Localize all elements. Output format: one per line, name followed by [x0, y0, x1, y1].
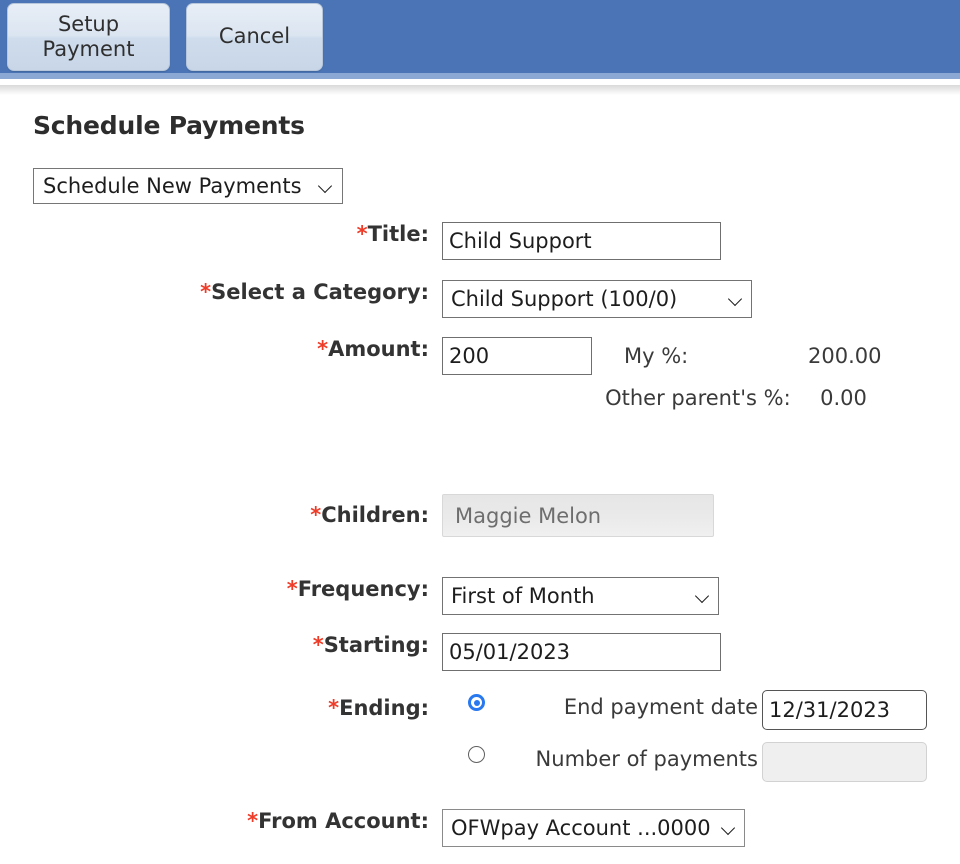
form-row-children: *Children: Maggie Melon	[0, 494, 960, 577]
ending-number-of-payments-input[interactable]	[762, 742, 927, 782]
category-select[interactable]: Child Support (100/0)	[442, 280, 752, 318]
title-label: *Title:	[0, 222, 437, 246]
cancel-button-label: Cancel	[218, 24, 291, 48]
setup-payment-button[interactable]: Setup Payment	[7, 2, 170, 71]
from-account-label: *From Account:	[0, 809, 437, 833]
required-asterisk: *	[317, 337, 329, 361]
chevron-down-icon	[722, 821, 737, 836]
form-row-frequency: *Frequency: First of Month	[0, 577, 960, 633]
top-action-bar: Setup Payment Cancel	[0, 0, 960, 79]
form-row-ending-date: *Ending: End payment date 12/31/2023	[0, 690, 960, 742]
category-label-text: Select a Category:	[211, 280, 429, 304]
title-label-text: Title:	[367, 222, 429, 246]
starting-date-value: 05/01/2023	[449, 640, 571, 664]
title-input[interactable]: Child Support	[442, 222, 721, 260]
required-asterisk: *	[310, 503, 322, 527]
from-account-select[interactable]: OFWpay Account ...0000	[442, 809, 745, 847]
frequency-label: *Frequency:	[0, 577, 437, 601]
required-asterisk: *	[312, 633, 324, 657]
required-asterisk: *	[247, 809, 259, 833]
chevron-down-icon	[319, 179, 334, 194]
starting-label: *Starting:	[0, 633, 437, 657]
ending-label-text: Ending:	[339, 696, 429, 720]
form-row-ending-count: Number of payments	[0, 742, 960, 809]
ending-end-date-value: 12/31/2023	[769, 698, 891, 722]
frequency-label-text: Frequency:	[297, 577, 429, 601]
ending-radio-end-date[interactable]	[468, 694, 485, 711]
required-asterisk: *	[286, 577, 298, 601]
from-account-select-value: OFWpay Account ...0000	[451, 816, 711, 840]
schedule-payment-form: *Title: Child Support *Select a Category…	[0, 222, 960, 864]
amount-input[interactable]: 200	[442, 337, 592, 375]
my-percent-value: 200.00	[808, 344, 882, 368]
page-title: Schedule Payments	[33, 111, 305, 140]
children-field[interactable]: Maggie Melon	[442, 494, 714, 537]
form-row-starting: *Starting: 05/01/2023	[0, 633, 960, 690]
form-row-amount: *Amount: 200 My %: 200.00	[0, 337, 960, 394]
frequency-select[interactable]: First of Month	[442, 577, 719, 615]
required-asterisk: *	[328, 696, 340, 720]
form-row-title: *Title: Child Support	[0, 222, 960, 280]
category-select-value: Child Support (100/0)	[451, 287, 678, 311]
cancel-button[interactable]: Cancel	[186, 2, 323, 71]
title-input-value: Child Support	[449, 229, 592, 253]
amount-label-text: Amount:	[328, 337, 429, 361]
setup-payment-button-line2: Payment	[42, 36, 135, 61]
form-row-other-percent: Other parent's %: 0.00	[0, 386, 960, 494]
required-asterisk: *	[356, 222, 368, 246]
schedule-mode-select-value: Schedule New Payments	[43, 174, 302, 198]
from-account-label-text: From Account:	[258, 809, 429, 833]
category-label: *Select a Category:	[0, 280, 437, 304]
other-percent-label: Other parent's %:	[605, 386, 791, 410]
children-label-text: Children:	[321, 503, 429, 527]
ending-end-date-input[interactable]: 12/31/2023	[762, 690, 927, 730]
amount-label: *Amount:	[0, 337, 437, 361]
other-percent-value: 0.00	[820, 386, 867, 410]
chevron-down-icon	[729, 292, 744, 307]
schedule-mode-select[interactable]: Schedule New Payments	[33, 168, 343, 204]
ending-label: *Ending:	[0, 690, 437, 720]
top-bar-shadow	[0, 85, 960, 95]
ending-end-date-label: End payment date	[563, 695, 758, 719]
children-label: *Children:	[0, 494, 437, 527]
starting-date-input[interactable]: 05/01/2023	[442, 633, 721, 671]
frequency-select-value: First of Month	[451, 584, 595, 608]
required-asterisk: *	[200, 280, 212, 304]
form-row-category: *Select a Category: Child Support (100/0…	[0, 280, 960, 337]
children-field-value: Maggie Melon	[455, 503, 602, 528]
ending-radio-number-of-payments[interactable]	[468, 746, 485, 763]
setup-payment-button-line1: Setup	[57, 11, 120, 36]
form-row-from-account: *From Account: OFWpay Account ...0000	[0, 809, 960, 864]
ending-number-of-payments-label: Number of payments	[535, 747, 758, 771]
starting-label-text: Starting:	[323, 633, 429, 657]
chevron-down-icon	[696, 589, 711, 604]
amount-input-value: 200	[449, 344, 490, 368]
my-percent-label: My %:	[624, 344, 689, 368]
